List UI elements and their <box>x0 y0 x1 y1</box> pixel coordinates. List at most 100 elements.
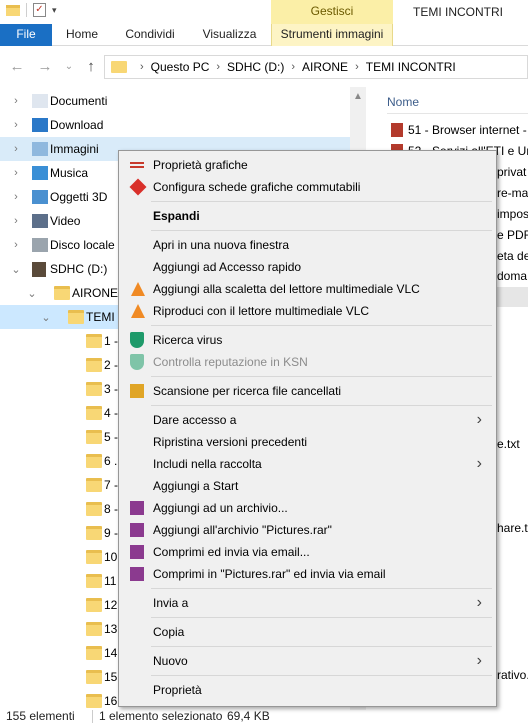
tree-item-label: AIRONE <box>72 286 119 300</box>
context-menu-label: Scansione per ricerca file cancellati <box>153 384 342 398</box>
chevron-right-icon[interactable]: › <box>355 61 359 73</box>
context-menu-item[interactable]: Scansione per ricerca file cancellati <box>121 380 494 402</box>
vlc-icon <box>131 304 145 318</box>
context-menu-item[interactable]: Ricerca virus <box>121 329 494 351</box>
chevron-right-icon[interactable]: › <box>10 215 22 227</box>
context-menu-item[interactable]: Configura schede grafiche commutabili <box>121 176 494 198</box>
file-name-fragment[interactable]: eta deg <box>497 249 528 263</box>
chevron-right-icon: › <box>476 455 482 472</box>
context-menu-item[interactable]: Includi nella raccolta › <box>121 453 494 475</box>
menu-divider <box>151 588 492 589</box>
switchable-graphics-icon <box>129 178 147 196</box>
context-menu-item[interactable]: Aggiungi a Start <box>121 475 494 497</box>
context-menu-label: Dare accesso a <box>153 413 237 427</box>
tab-view[interactable]: Visualizza <box>188 24 271 46</box>
tab-picture-tools[interactable]: Strumenti immagini <box>271 24 393 46</box>
chevron-right-icon[interactable]: › <box>10 167 22 179</box>
item-count: 155 elementi <box>6 709 75 723</box>
tree-item[interactable]: › Documenti <box>0 89 366 113</box>
menu-divider <box>151 646 492 647</box>
breadcrumb-airone[interactable]: AIRONE <box>302 60 348 74</box>
back-arrow-icon[interactable]: ← <box>8 58 26 76</box>
context-menu-label: Ricerca virus <box>153 333 223 347</box>
context-menu-item[interactable]: Proprietà grafiche <box>121 154 494 176</box>
tree-item-label: Download <box>50 118 104 132</box>
recent-dropdown-icon[interactable]: ⌄ <box>60 58 78 76</box>
tree-item-label: Oggetti 3D <box>50 190 108 204</box>
context-menu: Proprietà grafiche Configura schede grafi… <box>118 150 497 707</box>
file-name-fragment[interactable]: doma <box>497 269 527 283</box>
folder-icon <box>86 622 102 636</box>
tree-item-label: SDHC (D:) <box>50 262 108 276</box>
context-menu-item[interactable]: Espandi <box>121 205 494 227</box>
column-header-name[interactable]: Nome <box>387 95 419 109</box>
context-menu-item[interactable]: Riproduci con il lettore multimediale VL… <box>121 300 494 322</box>
chevron-right-icon[interactable]: › <box>10 239 22 251</box>
file-name-fragment[interactable]: re-mai <box>497 186 528 200</box>
tree-item-label: Video <box>50 214 81 228</box>
properties-check-icon[interactable]: ✓ <box>33 3 46 17</box>
context-menu-label: Comprimi ed invia via email... <box>153 545 310 559</box>
folder-icon <box>86 694 102 708</box>
kaspersky-shield-icon <box>130 354 144 370</box>
file-name-fragment[interactable]: privat <box>497 165 526 179</box>
context-menu-item[interactable]: Aggiungi all'archivio "Pictures.rar" <box>121 519 494 541</box>
tree-item[interactable]: › Download <box>0 113 366 137</box>
chevron-right-icon[interactable]: › <box>216 61 220 73</box>
address-bar[interactable]: › Questo PC › SDHC (D:) › AIRONE › TEMI … <box>104 55 528 79</box>
music-icon <box>32 166 48 180</box>
chevron-right-icon[interactable]: › <box>10 191 22 203</box>
vlc-icon <box>131 282 145 296</box>
context-menu-item[interactable]: Ripristina versioni precedenti <box>121 431 494 453</box>
file-name-fragment[interactable]: e PDF. <box>497 228 528 242</box>
file-name-fragment[interactable]: e.txt <box>497 437 520 451</box>
chevron-right-icon[interactable]: › <box>10 143 22 155</box>
folder-icon <box>86 334 102 348</box>
chevron-down-icon[interactable]: ⌄ <box>26 287 38 300</box>
quick-access-toolbar: ✓ ▾ <box>6 3 57 17</box>
tab-share[interactable]: Condividi <box>112 24 188 46</box>
context-menu-item[interactable]: Copia <box>121 621 494 643</box>
selection-count: 1 elemento selezionato <box>99 709 223 723</box>
file-name-fragment[interactable]: rativo.t <box>497 668 528 682</box>
context-menu-item[interactable]: Comprimi ed invia via email... <box>121 541 494 563</box>
file-name-fragment[interactable]: impos <box>497 207 528 221</box>
context-menu-item[interactable]: Comprimi in "Pictures.rar" ed invia via … <box>121 563 494 585</box>
file-name-fragment[interactable]: hare.tx <box>497 521 528 535</box>
menu-divider <box>151 325 492 326</box>
breadcrumb-temi-incontri[interactable]: TEMI INCONTRI <box>366 60 456 74</box>
breadcrumb-this-pc[interactable]: Questo PC <box>151 60 210 74</box>
context-menu-item[interactable]: Nuovo › <box>121 650 494 672</box>
context-menu-item[interactable]: Aggiungi ad Accesso rapido <box>121 256 494 278</box>
tab-file[interactable]: File <box>0 24 52 46</box>
breadcrumb-sd-card[interactable]: SDHC (D:) <box>227 60 284 74</box>
pdf-file-icon <box>391 123 403 137</box>
customize-dropdown-icon[interactable]: ▾ <box>52 5 57 16</box>
context-menu-label: Configura schede grafiche commutabili <box>153 180 361 194</box>
context-menu-item[interactable]: Dare accesso a › <box>121 409 494 431</box>
folder-icon <box>86 382 102 396</box>
up-arrow-icon[interactable]: ↑ <box>82 58 100 76</box>
forward-arrow-icon[interactable]: → <box>36 58 54 76</box>
tab-home[interactable]: Home <box>52 24 112 46</box>
chevron-right-icon[interactable]: › <box>10 119 22 131</box>
context-menu-item[interactable]: Aggiungi alla scaletta del lettore multi… <box>121 278 494 300</box>
context-menu-item[interactable]: Apri in una nuova finestra <box>121 234 494 256</box>
chevron-right-icon[interactable]: › <box>10 95 22 107</box>
folder-icon <box>86 478 102 492</box>
scroll-up-icon[interactable]: ▲ <box>353 91 363 102</box>
sd-card-icon <box>32 261 46 277</box>
chevron-right-icon[interactable]: › <box>140 61 144 73</box>
context-menu-item[interactable]: Invia a › <box>121 592 494 614</box>
list-item[interactable]: 51 - Browser internet - <box>391 120 528 140</box>
chevron-down-icon[interactable]: ⌄ <box>10 263 22 276</box>
chevron-down-icon[interactable]: ⌄ <box>40 311 52 324</box>
context-menu-item[interactable]: Aggiungi ad un archivio... <box>121 497 494 519</box>
context-menu-item[interactable]: Proprietà <box>121 679 494 701</box>
chevron-right-icon[interactable]: › <box>291 61 295 73</box>
video-icon <box>32 214 48 228</box>
context-menu-label: Espandi <box>153 209 200 223</box>
folder-icon[interactable] <box>6 4 20 16</box>
download-icon <box>32 118 48 132</box>
context-menu-item: Controlla reputazione in KSN <box>121 351 494 373</box>
